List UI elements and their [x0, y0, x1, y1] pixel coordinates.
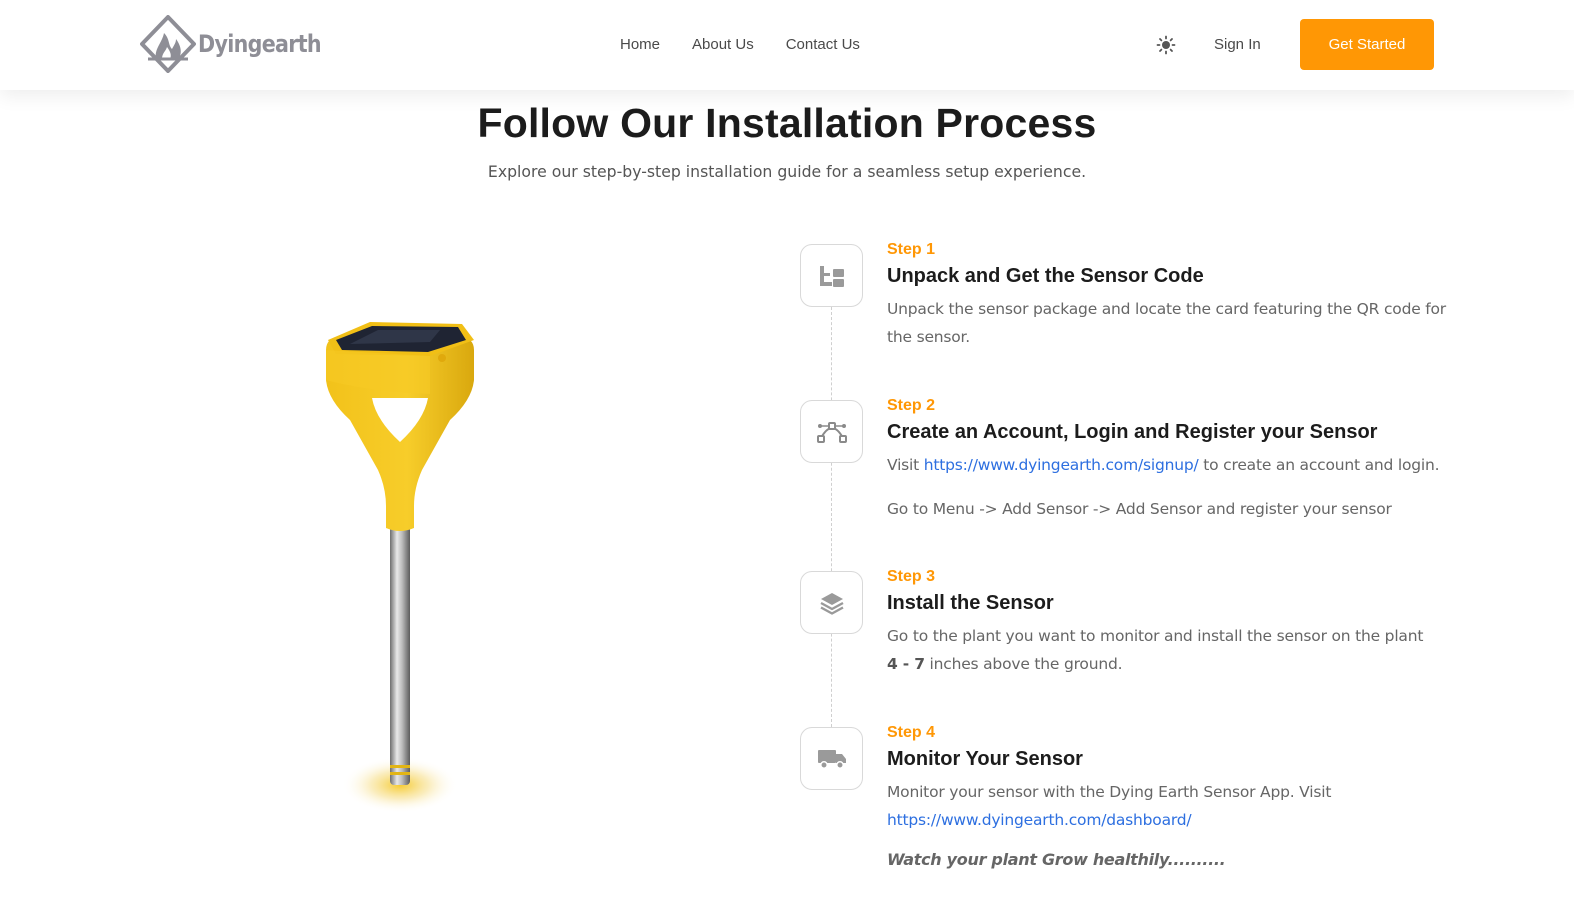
- dashboard-link[interactable]: https://www.dyingearth.com/dashboard/: [887, 811, 1192, 829]
- page-subtitle: Explore our step-by-step installation gu…: [487, 162, 1087, 181]
- bezier-curve-icon: [816, 421, 847, 443]
- layers-icon: [819, 592, 844, 615]
- sensor-product-image: [310, 310, 500, 830]
- step-2-visit-text: Visit: [887, 456, 924, 474]
- step-1-icon-box: [800, 244, 863, 307]
- page-title: Follow Our Installation Process: [477, 100, 1097, 146]
- step-1-label: Step 1: [887, 241, 936, 258]
- step-1-description: Unpack the sensor package and locate the…: [887, 300, 1446, 346]
- sign-in-link[interactable]: Sign In: [1214, 36, 1261, 53]
- top-navbar: Dyingearth Home About Us Contact Us Sign…: [0, 0, 1574, 90]
- step-3-text: Go to the plant you want to monitor and …: [887, 627, 1424, 645]
- step-2: Step 2 Create an Account, Login and Regi…: [887, 396, 1447, 523]
- package-layout-icon: [819, 265, 844, 287]
- diamond-flame-logo-icon: [140, 15, 196, 73]
- step-3-suffix-text: inches above the ground.: [924, 655, 1123, 673]
- brand-logo[interactable]: Dyingearth: [140, 15, 341, 73]
- closing-message: Watch your plant Grow healthily.........…: [887, 850, 1226, 869]
- nav-about-us-link[interactable]: About Us: [692, 36, 754, 53]
- brand-name: Dyingearth: [198, 30, 322, 58]
- step-1: Step 1 Unpack and Get the Sensor Code Un…: [887, 240, 1447, 351]
- step-2-suffix-text: to create an account and login.: [1198, 456, 1440, 474]
- nav-contact-us-link[interactable]: Contact Us: [786, 36, 860, 53]
- step-3-description: Go to the plant you want to monitor and …: [887, 622, 1447, 678]
- get-started-button[interactable]: Get Started: [1300, 19, 1434, 70]
- step-4: Step 4 Monitor Your Sensor Monitor your …: [887, 723, 1447, 869]
- step-4-label: Step 4: [887, 724, 936, 741]
- step-2-description: Visit https://www.dyingearth.com/signup/…: [887, 451, 1447, 479]
- main-nav: Home About Us Contact Us: [620, 36, 860, 53]
- step-3-label: Step 3: [887, 568, 936, 585]
- step-2-label: Step 2: [887, 397, 936, 414]
- signup-link[interactable]: https://www.dyingearth.com/signup/: [924, 456, 1199, 474]
- timeline-connector: [831, 307, 832, 727]
- theme-toggle-button[interactable]: [1156, 35, 1176, 55]
- step-3-title: Install the Sensor: [887, 592, 1054, 614]
- step-3-height-range: 4 - 7: [887, 655, 925, 673]
- step-3: Step 3 Install the Sensor Go to the plan…: [887, 567, 1447, 678]
- step-2-icon-box: [800, 400, 863, 463]
- sun-icon: [1156, 35, 1176, 55]
- step-4-text: Monitor your sensor with the Dying Earth…: [887, 783, 1332, 801]
- step-4-title: Monitor Your Sensor: [887, 748, 1083, 770]
- nav-home-link[interactable]: Home: [620, 36, 660, 53]
- step-2-menu-instructions: Go to Menu -> Add Sensor -> Add Sensor a…: [887, 500, 1392, 518]
- delivery-truck-icon: [817, 749, 846, 769]
- step-4-icon-box: [800, 727, 863, 790]
- step-3-icon-box: [800, 571, 863, 634]
- step-1-title: Unpack and Get the Sensor Code: [887, 265, 1204, 287]
- step-2-title: Create an Account, Login and Register yo…: [887, 421, 1378, 443]
- step-4-description: Monitor your sensor with the Dying Earth…: [887, 778, 1447, 834]
